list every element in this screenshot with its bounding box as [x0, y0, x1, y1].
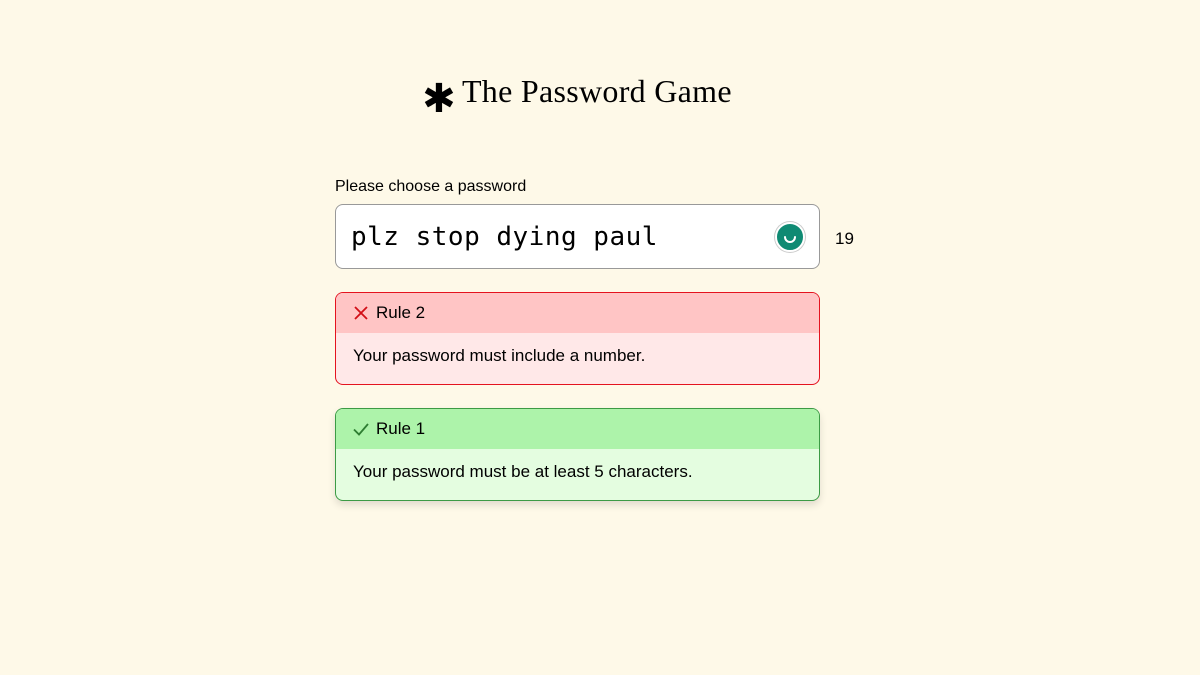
password-label: Please choose a password — [335, 178, 527, 195]
password-length-count: 19 — [835, 229, 854, 248]
check-icon — [352, 420, 370, 438]
rule-title: Rule 2 — [376, 303, 426, 322]
page-title: ✱ The Password Game — [0, 66, 1154, 122]
asterisk-icon: ✱ — [422, 76, 456, 122]
x-icon — [352, 304, 370, 322]
rule-description: Your password must include a number. — [353, 346, 646, 365]
password-input[interactable]: plz stop dying paul — [335, 204, 820, 269]
rule-title: Rule 1 — [376, 419, 426, 438]
rule-header: Rule 2 — [336, 293, 819, 333]
password-input-value[interactable]: plz stop dying paul — [351, 222, 775, 252]
rule-card-rule-2: Rule 2 Your password must include a numb… — [335, 292, 820, 385]
grammarly-icon[interactable] — [775, 221, 805, 252]
page-title-text: The Password Game — [461, 73, 732, 109]
password-game-page: ✱ The Password Game Please choose a passw… — [0, 0, 1200, 675]
rule-header: Rule 1 — [336, 409, 819, 449]
rule-card-rule-1: Rule 1 Your password must be at least 5 … — [335, 408, 820, 501]
password-section: Please choose a password plz stop dying … — [335, 178, 820, 501]
rule-description: Your password must be at least 5 charact… — [353, 462, 693, 481]
